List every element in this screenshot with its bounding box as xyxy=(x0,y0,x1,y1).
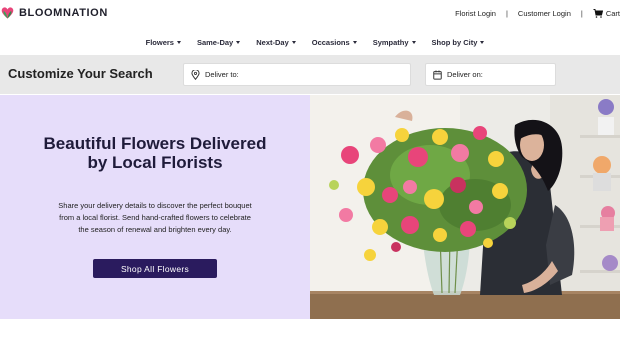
florist-login-link[interactable]: Florist Login xyxy=(455,9,496,18)
hero-text-panel: Beautiful Flowers Delivered by Local Flo… xyxy=(0,95,310,319)
hero-headline: Beautiful Flowers Delivered by Local Flo… xyxy=(43,134,267,172)
brand-name: BLOOMNATION xyxy=(19,6,108,19)
caret-down-icon xyxy=(291,40,296,44)
florist-arranging-bouquet-photo xyxy=(310,95,620,319)
caret-down-icon xyxy=(176,40,181,44)
calendar-icon xyxy=(433,70,442,80)
nav-item-label: Same-Day xyxy=(196,37,234,47)
nav-item-flowers[interactable]: Flowers xyxy=(146,34,181,50)
top-bar: BLOOMNATION Florist Login | Customer Log… xyxy=(0,0,620,30)
nav-item-label: Next-Day xyxy=(256,37,289,47)
page-bottom-strip xyxy=(0,319,620,343)
deliver-to-field[interactable]: Deliver to: xyxy=(183,63,411,86)
customer-login-link[interactable]: Customer Login xyxy=(518,9,571,18)
cart-label: Cart xyxy=(605,9,620,18)
caret-down-icon xyxy=(236,40,241,44)
nav-item-label: Sympathy xyxy=(372,37,409,47)
bloomnation-logo-icon xyxy=(1,7,14,19)
nav-item-next-day[interactable]: Next-Day xyxy=(256,34,296,50)
nav-item-occasions[interactable]: Occasions xyxy=(312,34,357,50)
hero-body: Share your delivery details to discover … xyxy=(58,201,252,234)
separator: | xyxy=(505,9,508,18)
search-title: Customize Your Search xyxy=(8,66,153,81)
cart-icon xyxy=(593,9,603,18)
main-nav: Flowers Same-Day Next-Day Occasions Symp… xyxy=(0,34,620,50)
deliver-on-field[interactable]: Deliver on: xyxy=(425,63,556,86)
location-pin-icon xyxy=(191,69,200,80)
caret-down-icon xyxy=(480,40,485,44)
nav-item-label: Shop by City xyxy=(431,37,478,47)
hero-banner: Beautiful Flowers Delivered by Local Flo… xyxy=(0,95,620,319)
separator: | xyxy=(580,9,583,18)
nav-item-shop-by-city[interactable]: Shop by City xyxy=(432,34,485,50)
nav-item-label: Flowers xyxy=(145,37,174,47)
bloomnation-logo[interactable]: BLOOMNATION xyxy=(0,5,108,20)
nav-item-label: Occasions xyxy=(311,37,350,47)
nav-item-same-day[interactable]: Same-Day xyxy=(196,34,241,50)
shop-all-flowers-button[interactable]: Shop All Flowers xyxy=(93,259,217,278)
deliver-to-label: Deliver to: xyxy=(205,70,239,79)
caret-down-icon xyxy=(411,40,416,44)
search-bar: Customize Your Search Deliver to: Delive… xyxy=(0,55,620,94)
utility-links: Florist Login | Customer Login | Cart xyxy=(455,9,620,18)
nav-item-sympathy[interactable]: Sympathy xyxy=(373,34,416,50)
hero-photo-illustration xyxy=(310,95,620,319)
cart-link[interactable]: Cart xyxy=(593,9,620,18)
caret-down-icon xyxy=(352,40,357,44)
deliver-on-label: Deliver on: xyxy=(447,70,483,79)
